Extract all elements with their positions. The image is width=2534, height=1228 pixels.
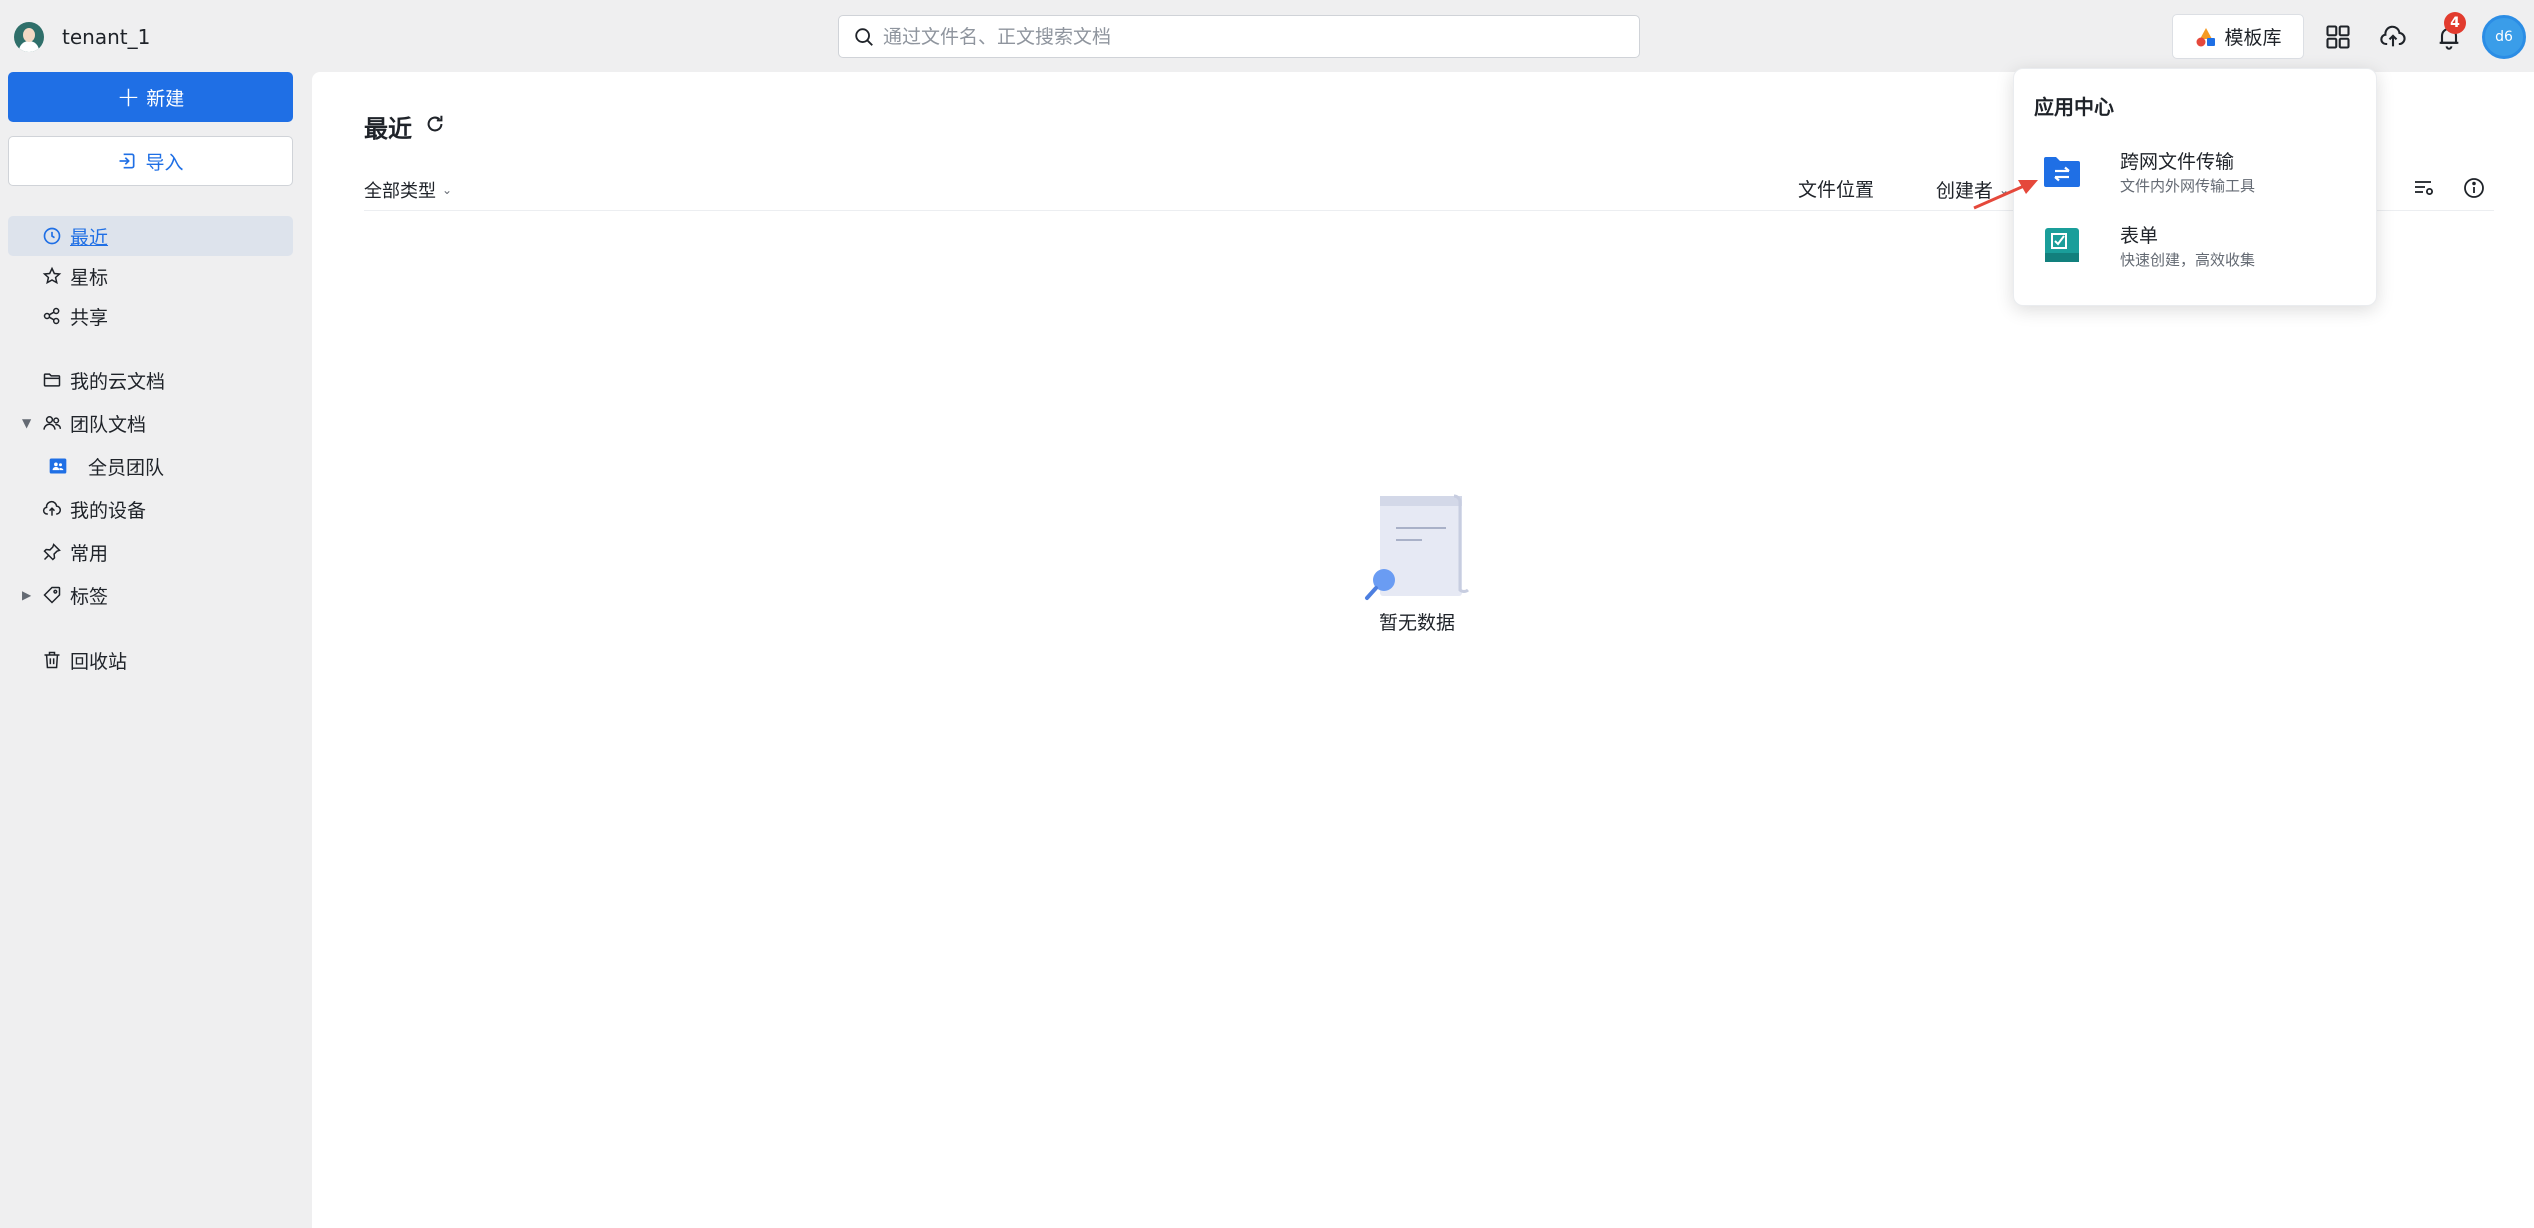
page-title: 最近 (364, 115, 412, 143)
grid-apps-icon (2326, 25, 2350, 49)
sidebar-item-label: 共享 (70, 306, 109, 329)
tenant-logo (14, 22, 44, 52)
share-icon (43, 307, 60, 325)
popup-title: 应用中心 (2034, 95, 2114, 119)
cloud-upload-icon (42, 500, 61, 516)
app-description: 快速创建，高效收集 (2120, 251, 2256, 269)
upload-button[interactable] (2378, 22, 2408, 52)
list-settings-icon[interactable] (2412, 176, 2436, 200)
sidebar-item-trash[interactable]: 回收站 (8, 640, 293, 680)
sidebar-item-all-staff-team[interactable]: 全员团队 (8, 446, 293, 486)
sidebar-item-label: 我的设备 (70, 499, 147, 522)
team-folder-icon (49, 458, 67, 474)
empty-state: 暂无数据 (1352, 490, 1482, 635)
user-avatar[interactable]: d6 (2482, 15, 2526, 59)
sidebar-item-team-docs[interactable]: ▼ 团队文档 (8, 403, 293, 443)
search-box[interactable] (838, 15, 1640, 58)
empty-document-illustration (1365, 494, 1469, 600)
app-item-form[interactable]: 表单 快速创建，高效收集 (2034, 219, 2354, 279)
sidebar-item-label: 常用 (70, 542, 109, 565)
import-button[interactable]: 导入 (8, 136, 293, 186)
plus-icon: + (116, 80, 141, 113)
sidebar-item-frequent[interactable]: 常用 (8, 532, 293, 572)
chevron-down-icon: ⌄ (442, 183, 453, 197)
new-button-label: 新建 (146, 87, 185, 110)
import-button-label: 导入 (145, 151, 184, 174)
refresh-icon[interactable] (424, 113, 446, 135)
tag-icon (43, 586, 61, 604)
empty-state-text: 暂无数据 (1378, 612, 1455, 634)
type-filter-dropdown[interactable]: 全部类型 ⌄ (364, 177, 452, 203)
template-library-icon (2196, 27, 2216, 46)
sidebar-item-label: 全员团队 (88, 456, 165, 479)
info-icon[interactable] (2462, 176, 2486, 200)
annotation-arrow-icon (1973, 180, 2038, 210)
sidebar-item-shared[interactable]: 共享 (8, 296, 293, 336)
team-icon (43, 416, 62, 430)
top-bar: tenant_1 模板库 4 d6 (0, 0, 2534, 72)
app-center-popup: 应用中心 跨网文件传输 文件内外网传输工具 表单 快速创建，高效收集 (2013, 68, 2377, 306)
sidebar-item-label: 最近 (70, 226, 109, 249)
pin-icon (43, 543, 61, 561)
template-library-button[interactable]: 模板库 (2172, 14, 2304, 59)
sidebar-item-starred[interactable]: 星标 (8, 256, 293, 296)
file-transfer-icon (2044, 157, 2080, 187)
clock-icon (43, 227, 61, 245)
app-name: 跨网文件传输 (2120, 151, 2235, 173)
sidebar-item-label: 标签 (70, 585, 109, 608)
tenant-name: tenant_1 (62, 25, 151, 49)
app-center-button[interactable] (2323, 22, 2353, 52)
import-icon (119, 153, 135, 169)
sidebar-item-label: 回收站 (70, 650, 128, 673)
sidebar: + 新建 导入 最近 星标 共享 我的云文档 ▼ 团队文档 全员团队 我的设备 … (0, 72, 310, 1228)
sidebar-item-my-cloud-docs[interactable]: 我的云文档 (8, 360, 293, 400)
app-description: 文件内外网传输工具 (2120, 177, 2256, 195)
type-filter-label: 全部类型 (364, 181, 436, 202)
notification-badge: 4 (2444, 12, 2466, 34)
trash-icon (44, 651, 60, 669)
sidebar-item-my-devices[interactable]: 我的设备 (8, 489, 293, 529)
column-header-location: 文件位置 (1798, 179, 1875, 201)
search-icon (855, 27, 873, 46)
app-name: 表单 (2120, 225, 2159, 247)
star-icon (42, 266, 62, 285)
sidebar-item-label: 星标 (70, 266, 109, 289)
template-library-label: 模板库 (2224, 27, 2282, 49)
cloud-upload-icon (2380, 25, 2406, 47)
sidebar-item-recent[interactable]: 最近 (8, 216, 293, 256)
new-button[interactable]: + 新建 (8, 72, 293, 122)
form-icon (2045, 228, 2079, 262)
sidebar-item-label: 我的云文档 (70, 370, 166, 393)
collapsed-caret-icon[interactable]: ▶ (22, 588, 31, 602)
sidebar-item-tags[interactable]: ▶ 标签 (8, 575, 293, 615)
tenant-switcher[interactable]: tenant_1 (14, 22, 150, 52)
search-input[interactable] (883, 25, 1583, 48)
expand-caret-icon[interactable]: ▼ (22, 416, 31, 430)
sidebar-item-label: 团队文档 (70, 413, 147, 436)
folder-icon (43, 373, 61, 387)
app-item-file-transfer[interactable]: 跨网文件传输 文件内外网传输工具 (2034, 145, 2354, 205)
